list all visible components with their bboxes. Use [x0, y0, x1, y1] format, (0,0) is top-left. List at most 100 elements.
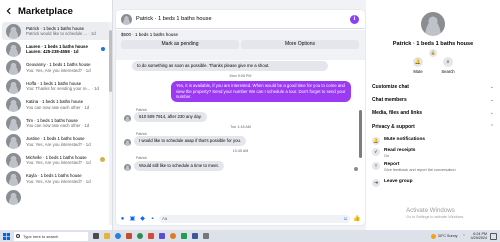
conversation-preview: You can now rate each other · 1d: [26, 123, 90, 129]
sidebar-header: Marketplace: [0, 0, 113, 22]
watermark-subtitle: Go to Settings to activate Windows.: [406, 215, 465, 219]
system-tray: 30°C Sunny ⌃ 6:24 PM 4/29/2024: [430, 230, 497, 242]
conversation-item[interactable]: Kayla · 1 beds 1 baths house You: Yes, Ar…: [0, 170, 113, 189]
app-icon[interactable]: [181, 233, 187, 239]
listing-bar: $500 · 1 beds 1 baths house Mark as pend…: [116, 30, 365, 60]
message-composer: ● ▣ ◆ ▪ Aa ☺ 👍: [116, 213, 365, 225]
sender-avatar: [124, 139, 131, 146]
mute-button[interactable]: 🔔 Mute: [408, 57, 428, 74]
sidebar-title: Marketplace: [18, 5, 73, 17]
search-icon: ⌕: [443, 57, 453, 67]
lock-icon: 🔒: [429, 49, 437, 57]
tray-chevron-icon[interactable]: ⌃: [463, 234, 466, 238]
chat-avatar[interactable]: [121, 13, 132, 25]
conversation-item[interactable]: Lauren · 1 beds 1 baths house Lauren: 425…: [0, 40, 113, 59]
mute-notifications-option[interactable]: 🔔 Mute notifications: [372, 137, 494, 145]
avatar: [6, 78, 21, 94]
leave-group-option[interactable]: ⇥ Leave group: [372, 179, 494, 187]
edge-browser-icon[interactable]: [115, 233, 121, 239]
conversation-preview: Patrick would like to schedule ... · 1d: [26, 31, 96, 36]
profile-avatar[interactable]: [421, 12, 445, 36]
chat-title[interactable]: Patrick · 1 beds 1 baths house: [136, 16, 212, 22]
chat-scrollbar[interactable]: [359, 110, 362, 158]
photo-icon[interactable]: ▣: [129, 216, 136, 223]
section-media-files-links[interactable]: Media, files and links ⌄: [372, 107, 494, 119]
profile-name: Patrick · 1 beds 1 baths house: [392, 41, 474, 47]
app-icon[interactable]: [203, 233, 209, 239]
gif-icon[interactable]: ▪: [149, 216, 156, 223]
scrollbar-thumb[interactable]: [109, 30, 112, 92]
firefox-browser-icon[interactable]: [170, 233, 176, 239]
read-receipts-option[interactable]: ✓ Read receipts On: [372, 148, 494, 158]
conversation-preview: You: Thanks for sending your re... · 1d: [26, 86, 99, 92]
conversation-item[interactable]: Katina · 1 beds 1 baths house You can now…: [0, 96, 113, 115]
microphone-icon[interactable]: ●: [119, 216, 126, 223]
weather-text: 30°C Sunny: [437, 234, 458, 238]
sender-avatar: [124, 164, 131, 171]
option-title: Mute notifications: [384, 137, 426, 142]
report-option[interactable]: ! Report Give feedback and report the con…: [372, 162, 494, 172]
outgoing-message: Yes, it is available, if you are interes…: [171, 81, 351, 102]
listing-price[interactable]: $500 · 1 beds 1 baths house: [121, 32, 178, 37]
sun-icon: [430, 233, 436, 239]
chrome-browser-icon[interactable]: [137, 233, 143, 239]
file-explorer-icon[interactable]: [104, 233, 110, 239]
conversation-sidebar: Marketplace Patrick · 1 beds 1 baths hou…: [0, 0, 113, 230]
section-customize-chat[interactable]: Customize chat ⌄: [372, 81, 494, 93]
taskbar-search[interactable]: Type here to search: [14, 231, 88, 241]
sidebar-scrollbar[interactable]: [109, 22, 112, 225]
section-label: Media, files and links: [372, 110, 423, 116]
conversation-item[interactable]: Michelle · 1 beds 1 baths house You: Yes,…: [0, 151, 113, 170]
message-thread: to do something as soon as possible. Tha…: [116, 61, 365, 213]
avatar: [6, 152, 21, 168]
sticker-icon[interactable]: ◆: [139, 216, 146, 223]
windows-start-icon[interactable]: [0, 230, 12, 242]
option-title: Read receipts: [384, 148, 416, 153]
chevron-down-icon: ⌄: [489, 110, 494, 116]
incoming-message: 610 509 7914, after 230 any day.: [134, 112, 207, 122]
chevron-down-icon: ⌄: [489, 84, 494, 90]
unread-dot-icon: [101, 47, 105, 51]
notification-icon[interactable]: [490, 232, 497, 240]
thumbs-up-icon[interactable]: 👍: [353, 215, 361, 223]
section-chat-members[interactable]: Chat members ⌄: [372, 94, 494, 106]
conversation-item[interactable]: Hoffa · 1 beds 1 baths house You: Thanks …: [0, 77, 113, 96]
section-label: Chat members: [372, 97, 407, 103]
conversation-item[interactable]: Patrick · 1 beds 1 baths house Patrick wo…: [2, 22, 110, 40]
avatar: [6, 189, 21, 205]
task-view-icon[interactable]: [93, 233, 99, 239]
conversation-item[interactable]: Tim · 1 beds 1 baths house You can now ra…: [0, 114, 113, 133]
clock-date: 4/29/2024: [470, 236, 487, 240]
section-privacy-support[interactable]: Privacy & support ⌃: [372, 121, 494, 133]
weather-widget[interactable]: 30°C Sunny: [430, 233, 458, 239]
avatar: [6, 41, 21, 57]
leave-icon: ⇥: [372, 179, 380, 187]
app-icon[interactable]: [148, 233, 154, 239]
conversation-preview: You: Yes, Are you interested? · 1d: [26, 67, 91, 73]
search-icon: [16, 233, 20, 238]
clock[interactable]: 6:24 PM 4/29/2024: [471, 232, 487, 241]
search-label: Search: [441, 69, 455, 74]
read-receipt-icon: ✓: [372, 148, 380, 156]
more-options-button[interactable]: More Options: [241, 40, 359, 49]
conversation-item[interactable]: [0, 188, 113, 207]
timestamp: Mon 9:08 PM: [229, 74, 252, 78]
section-label: Customize chat: [372, 84, 409, 90]
conversation-item[interactable]: Justine · 1 beds 1 baths house You: Yes, …: [0, 133, 113, 152]
conversation-preview: You: Yes, Are you interested? · 1d: [26, 141, 91, 147]
conversation-item[interactable]: Geovanny · 1 beds 1 baths house You: Yes,…: [0, 59, 113, 78]
emoji-icon[interactable]: ☺: [343, 216, 348, 222]
back-arrow-icon[interactable]: [2, 4, 16, 18]
search-button[interactable]: ⌕ Search: [438, 57, 458, 74]
app-icon[interactable]: [159, 233, 165, 239]
chat-panel: Patrick · 1 beds 1 baths house i $500 · …: [116, 10, 365, 225]
app-icon[interactable]: [192, 233, 198, 239]
mark-pending-button[interactable]: Mark as pending: [121, 40, 239, 49]
info-icon[interactable]: i: [350, 15, 359, 24]
chevron-down-icon: ⌄: [489, 97, 494, 103]
incoming-message: I would like to schedule asap if that's …: [134, 136, 247, 146]
office-icon[interactable]: [126, 233, 132, 239]
taskbar: Type here to search 30°C Sunny ⌃ 6:24 PM…: [0, 230, 500, 242]
bell-icon: 🔔: [413, 57, 423, 67]
message-input[interactable]: Aa ☺: [159, 215, 350, 223]
